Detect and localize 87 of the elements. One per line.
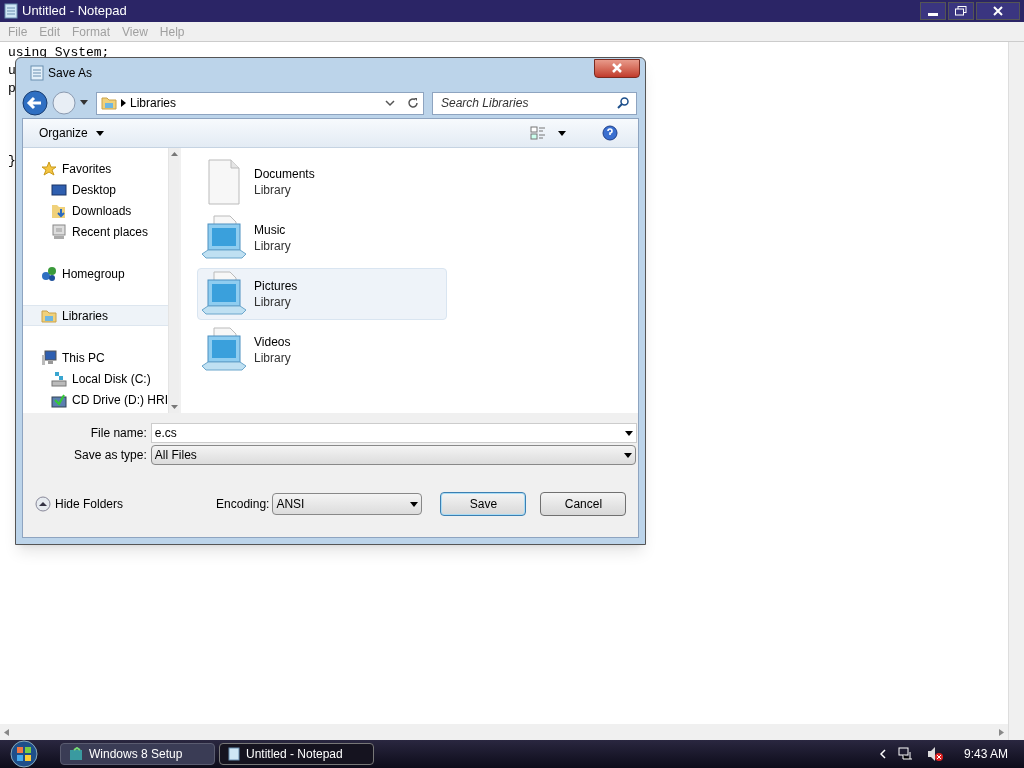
field-label: Save as type:: [73, 447, 148, 464]
refresh-icon[interactable]: [407, 97, 419, 109]
search-field[interactable]: Search Libraries: [432, 91, 637, 115]
download-folder-icon: [51, 202, 67, 219]
nav-item[interactable]: Local Disk (C:): [23, 368, 168, 389]
tray-chevron-icon[interactable]: [879, 749, 886, 759]
restore-button[interactable]: [948, 2, 974, 20]
notepad-icon: [4, 3, 18, 19]
hard-disk-icon: [51, 370, 67, 387]
nav-item[interactable]: Homegroup: [23, 263, 168, 284]
code-line: }: [8, 152, 16, 170]
dropdown-caret-icon[interactable]: [558, 130, 566, 136]
code-line: u: [8, 62, 16, 80]
library-type: Library: [254, 238, 291, 254]
notepad-icon: [228, 747, 240, 761]
minimize-button[interactable]: [920, 2, 946, 20]
library-item[interactable]: Videos Library: [197, 324, 447, 376]
field-label: File name:: [89, 425, 148, 442]
file-name-field[interactable]: e.cs: [150, 423, 637, 443]
breadcrumb[interactable]: Libraries: [130, 94, 177, 112]
library-folder-icon: [41, 308, 57, 323]
nav-item[interactable]: This PC: [23, 347, 168, 368]
scroll-up-icon[interactable]: [170, 152, 178, 156]
encoding-label: Encoding:: [216, 496, 270, 513]
view-options-icon[interactable]: [530, 126, 546, 140]
scroll-right-icon[interactable]: [999, 728, 1004, 736]
monitor-icon: [51, 182, 67, 197]
breadcrumb-arrow-icon: [121, 99, 126, 107]
close-button[interactable]: [976, 2, 1020, 20]
library-name: Documents: [254, 166, 315, 182]
nav-item[interactable]: CD Drive (D:) HRI: [23, 389, 168, 410]
window-title: Untitled - Notepad: [22, 2, 127, 21]
setup-icon: [69, 747, 83, 761]
dropdown-caret-icon[interactable]: [624, 452, 632, 458]
hide-folders-button[interactable]: Hide Folders: [35, 495, 124, 513]
star-icon: [41, 160, 57, 177]
library-icon: [200, 214, 248, 262]
taskbar-button[interactable]: Windows 8 Setup: [60, 743, 215, 765]
homegroup-icon: [41, 265, 57, 282]
organize-button[interactable]: Organize: [39, 124, 104, 142]
scroll-left-icon[interactable]: [4, 728, 9, 736]
recent-places-icon: [51, 223, 67, 240]
chevron-down-icon[interactable]: [385, 99, 395, 107]
library-icon: [200, 326, 248, 374]
dropdown-caret-icon[interactable]: [410, 501, 419, 507]
save-type-dropdown[interactable]: All Files: [150, 445, 636, 465]
close-button[interactable]: [594, 58, 640, 78]
library-type: Library: [254, 182, 292, 198]
library-type: Library: [254, 294, 292, 310]
library-folder-icon: [101, 96, 117, 110]
library-item[interactable]: Documents Library: [197, 156, 447, 208]
library-type: Library: [254, 350, 291, 366]
clock[interactable]: 9:43 AM: [955, 745, 1016, 763]
library-item[interactable]: Music Library: [197, 212, 447, 264]
library-name: Videos: [254, 334, 291, 350]
code-line: p: [8, 80, 16, 98]
muted-speaker-icon[interactable]: [925, 746, 944, 762]
close-icon: [993, 6, 1003, 16]
computer-icon: [41, 349, 57, 366]
scroll-down-icon[interactable]: [170, 405, 178, 409]
horizontal-scrollbar[interactable]: [0, 724, 1008, 740]
restore-icon: [955, 6, 967, 16]
minimize-icon: [928, 13, 938, 16]
dialog-title: Save As: [48, 65, 93, 82]
library-item[interactable]: Pictures Library: [197, 268, 447, 320]
caret-icon: [95, 130, 104, 136]
help-icon[interactable]: [602, 125, 618, 141]
close-icon: [612, 63, 622, 73]
history-dropdown-icon[interactable]: [80, 100, 88, 106]
library-icon: [200, 270, 248, 318]
nav-item[interactable]: Desktop: [23, 179, 168, 200]
encoding-dropdown[interactable]: ANSI: [272, 493, 423, 515]
nav-item[interactable]: Libraries: [23, 305, 168, 326]
notepad-icon: [30, 65, 44, 81]
nav-item[interactable]: Downloads: [23, 200, 168, 221]
nav-item[interactable]: Favorites: [23, 158, 168, 179]
dialog-button[interactable]: Cancel: [540, 492, 627, 516]
library-name: Music: [254, 222, 287, 238]
library-name: Pictures: [254, 278, 298, 294]
nav-item[interactable]: Recent places: [23, 221, 168, 242]
collapse-icon: [35, 496, 51, 512]
taskbar-button[interactable]: Untitled - Notepad: [219, 743, 374, 765]
vertical-scrollbar[interactable]: [1008, 42, 1024, 740]
nav-scrollbar[interactable]: [168, 148, 179, 413]
address-bar[interactable]: Libraries: [96, 91, 424, 115]
dialog-button[interactable]: Save: [440, 492, 527, 516]
network-icon[interactable]: [897, 746, 914, 762]
